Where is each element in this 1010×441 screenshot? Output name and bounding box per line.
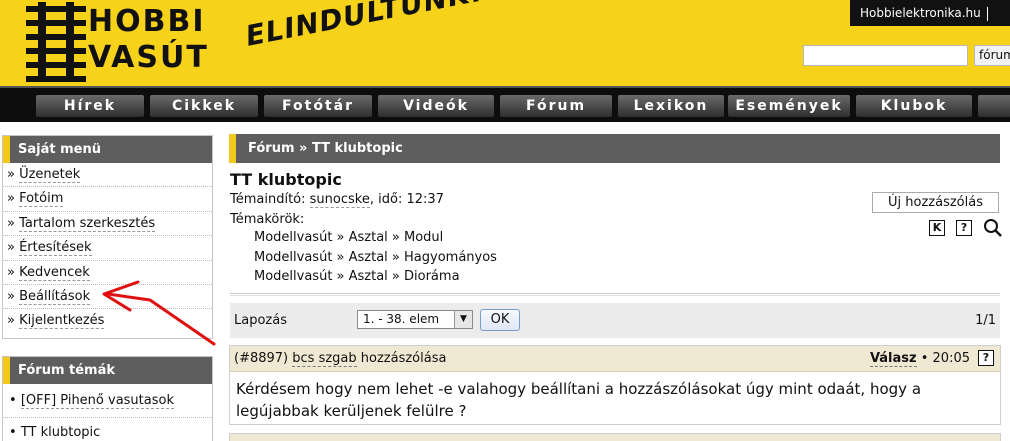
page-count: 1/1 bbox=[975, 313, 996, 328]
nav-item-fototar[interactable]: Fotótár bbox=[264, 95, 372, 117]
menu-item-uzenetek[interactable]: » Üzenetek bbox=[3, 163, 212, 188]
logo-text-line1: HOBBI bbox=[88, 4, 206, 39]
menu-item-beallitasok[interactable]: » Beállítások bbox=[3, 285, 212, 310]
divider bbox=[230, 293, 1000, 296]
own-menu-title: Saját menü bbox=[3, 136, 212, 163]
pager-label: Lapozás bbox=[234, 313, 287, 328]
pager-bar: Lapozás 1. - 38. elem ▼ OK 1/1 bbox=[230, 303, 1000, 338]
post bbox=[229, 433, 1001, 441]
post: (#8897) bcs szgab hozzászólása Válasz • … bbox=[229, 345, 1001, 425]
menu-item-tartalom[interactable]: » Tartalom szerkesztés bbox=[3, 212, 212, 237]
menu-item-kijelentkezes[interactable]: » Kijelentkezés bbox=[3, 309, 212, 333]
post-author-link[interactable]: bcs szgab bbox=[292, 351, 357, 367]
forum-topics-box: Fórum témák • [OFF] Pihenő vasutasok • T… bbox=[2, 356, 213, 441]
partner-site-label: Hobbielektronika.hu bbox=[860, 6, 981, 20]
new-post-button[interactable]: Új hozzászólás bbox=[872, 192, 999, 213]
help-icon[interactable]: ? bbox=[956, 220, 972, 236]
topic-category[interactable]: Modellvasút » Asztal » Dioráma bbox=[254, 269, 460, 284]
post-id: (#8897) bbox=[234, 351, 289, 366]
menu-item-ertesitesek[interactable]: » Értesítések bbox=[3, 236, 212, 261]
reply-link[interactable]: Válasz bbox=[869, 351, 917, 367]
nav-item-videok[interactable]: Videók bbox=[378, 95, 494, 117]
main-nav: Hírek Cikkek Fotótár Videók Fórum Lexiko… bbox=[0, 86, 1010, 122]
dropdown-arrow-icon[interactable]: ▼ bbox=[454, 311, 472, 328]
topic-category[interactable]: Modellvasút » Asztal » Modul bbox=[254, 230, 443, 245]
nav-item-more[interactable] bbox=[978, 95, 1010, 117]
breadcrumb[interactable]: Fórum » TT klubtopic bbox=[229, 134, 1000, 163]
nav-item-hirek[interactable]: Hírek bbox=[36, 95, 144, 117]
partner-site-link[interactable]: Hobbielektronika.hu bbox=[850, 0, 1010, 26]
k-icon[interactable]: K bbox=[929, 220, 945, 236]
post-suffix: hozzászólása bbox=[360, 351, 447, 366]
menu-item-fotoim[interactable]: » Fotóim bbox=[3, 187, 212, 212]
starter-user-link[interactable]: sunocske bbox=[309, 192, 370, 208]
search-input[interactable] bbox=[803, 45, 968, 66]
nav-item-klubok[interactable]: Klubok bbox=[856, 95, 972, 117]
nav-item-forum[interactable]: Fórum bbox=[500, 95, 612, 117]
forum-topic-item[interactable]: • TT klubtopic bbox=[3, 418, 212, 441]
topic-categories-label: Témakörök: bbox=[230, 212, 305, 227]
post-time: • 20:05 bbox=[920, 351, 970, 366]
rails-logo-icon bbox=[26, 2, 86, 82]
search-button[interactable]: fórum bbox=[974, 45, 1010, 66]
topic-title: TT klubtopic bbox=[230, 170, 342, 189]
nav-item-cikkek[interactable]: Cikkek bbox=[150, 95, 258, 117]
pager-ok-button[interactable]: OK bbox=[480, 309, 520, 331]
help-icon[interactable]: ? bbox=[978, 350, 994, 366]
pager-select[interactable]: 1. - 38. elem ▼ bbox=[357, 310, 473, 329]
menu-item-kedvencek[interactable]: » Kedvencek bbox=[3, 261, 212, 285]
forum-topic-item[interactable]: • [OFF] Pihenő vasutasok bbox=[3, 384, 212, 418]
topic-category[interactable]: Modellvasút » Asztal » Hagyományos bbox=[254, 250, 497, 265]
topic-starter: Témaindító: sunocske, idő: 12:37 bbox=[230, 192, 444, 208]
site-logo[interactable]: HOBBI VASÚT bbox=[26, 2, 210, 82]
logo-text-line2: VASÚT bbox=[88, 40, 209, 75]
site-header: HOBBI VASÚT ELINDULTUNK! Hobbielektronik… bbox=[0, 0, 1010, 86]
nav-item-esemenyek[interactable]: Események bbox=[728, 95, 850, 117]
nav-item-lexikon[interactable]: Lexikon bbox=[618, 95, 724, 117]
slogan: ELINDULTUNK! bbox=[242, 0, 487, 53]
zoom-icon[interactable] bbox=[983, 218, 1003, 238]
post-body: Kérdésem hogy nem lehet -e valahogy beál… bbox=[236, 380, 922, 420]
forum-topics-title: Fórum témák bbox=[3, 357, 212, 384]
post-header bbox=[230, 434, 1000, 441]
post-header: (#8897) bcs szgab hozzászólása Válasz • … bbox=[230, 346, 1000, 372]
own-menu-box: Saját menü » Üzenetek » Fotóim » Tartalo… bbox=[2, 135, 213, 339]
